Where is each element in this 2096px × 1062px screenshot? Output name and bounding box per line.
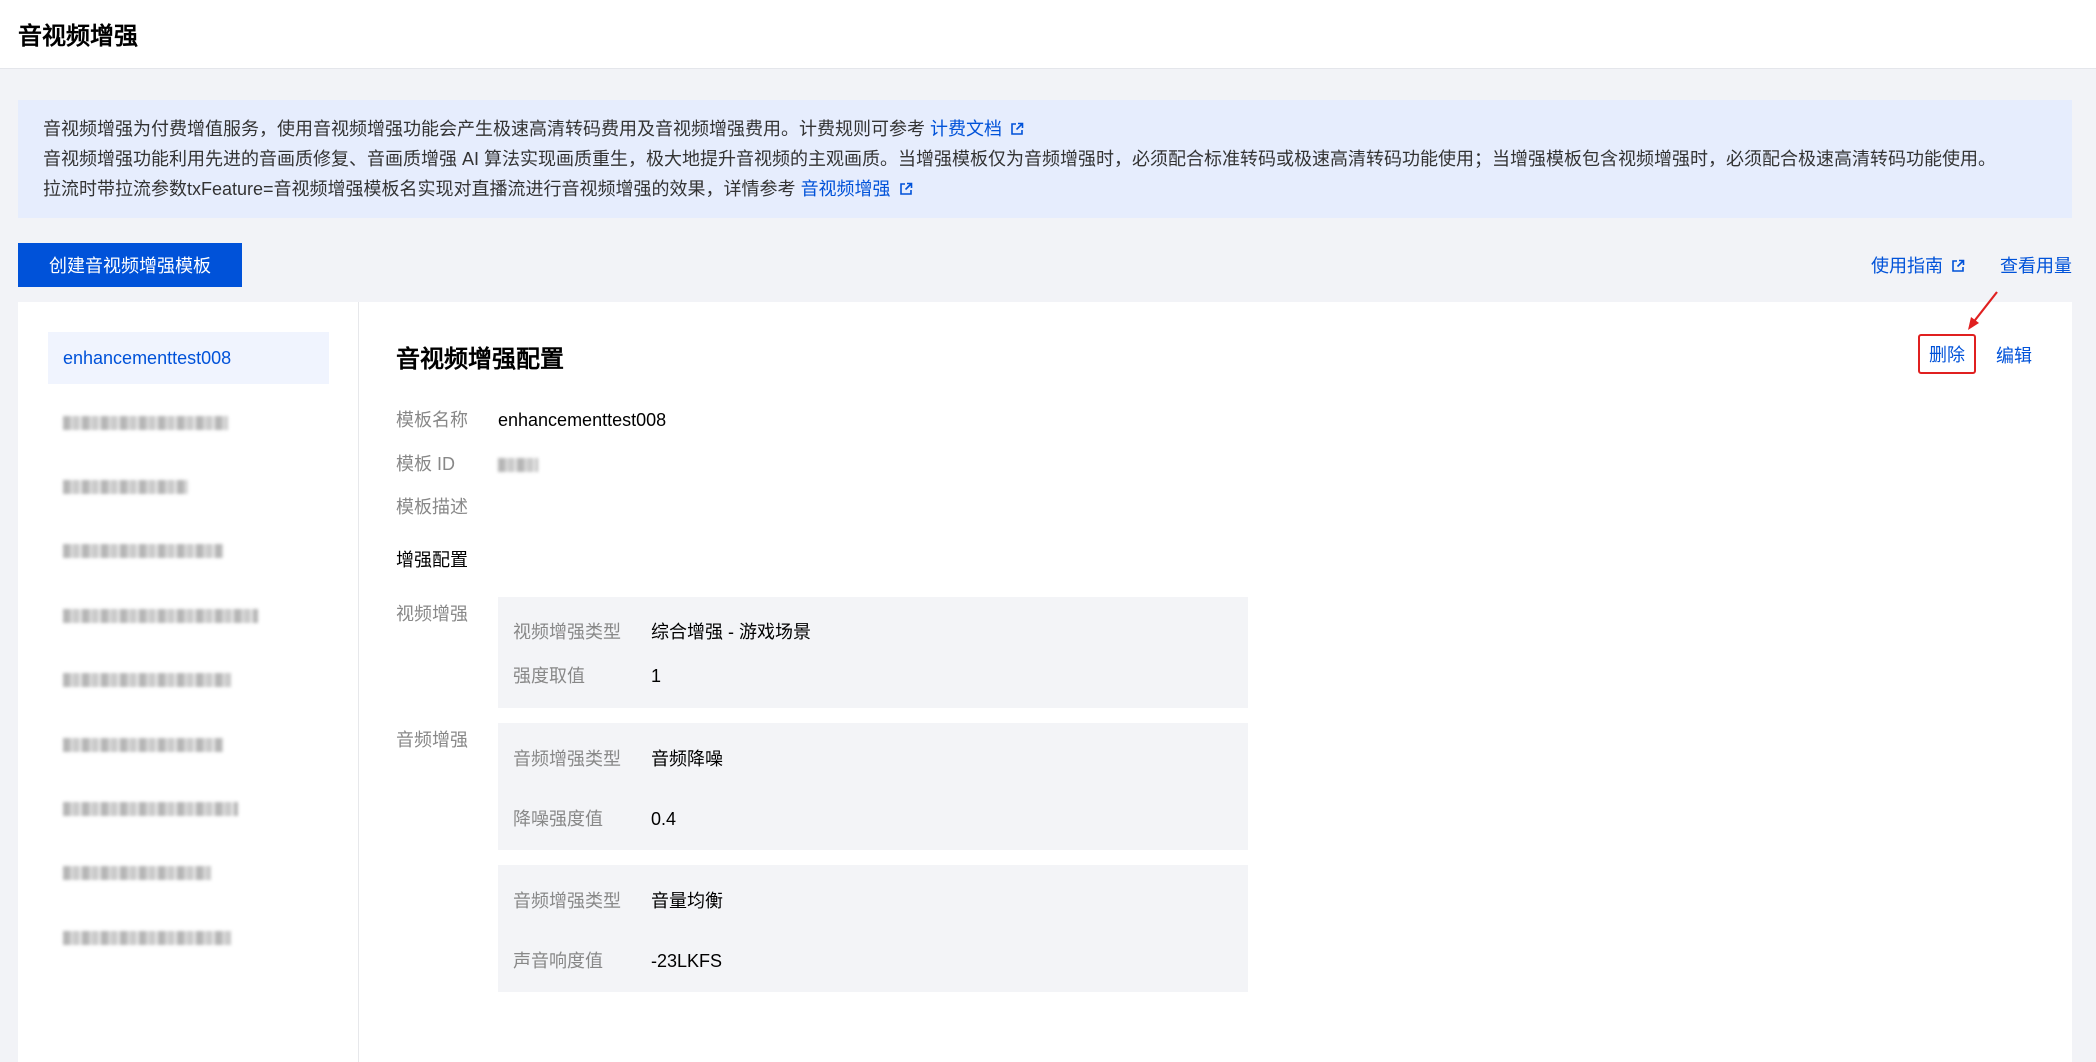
external-link-icon xyxy=(899,182,912,195)
enhancement-doc-link[interactable]: 音视频增强 xyxy=(801,179,913,199)
content-panel: enhancementtest008 音视频增强配置 删除 编辑 模板名称 en… xyxy=(18,291,2072,1062)
video-strength-key: 强度取值 xyxy=(513,666,585,686)
audio-enhancement-card: 音频增强类型 音量均衡 声音响度值 -23LKFS xyxy=(498,865,1248,992)
template-list-item-redacted[interactable] xyxy=(48,718,329,770)
view-usage-link[interactable]: 查看用量 xyxy=(2000,252,2072,278)
audio-enhancement-card: 音频增强类型 音频降噪 降噪强度值 0.4 xyxy=(498,723,1248,850)
redacted-text xyxy=(63,416,228,431)
template-list-item-redacted[interactable] xyxy=(48,911,329,963)
redacted-text xyxy=(63,480,188,495)
template-name-key: 模板名称 xyxy=(396,410,468,430)
create-template-button[interactable]: 创建音视频增强模板 xyxy=(18,243,242,287)
template-list-item-redacted[interactable] xyxy=(48,396,329,448)
audio-enhancement-label: 音频增强 xyxy=(396,730,468,750)
loudness-key: 声音响度值 xyxy=(513,951,603,971)
notice-line-1-text: 音视频增强为付费增值服务，使用音视频增强功能会产生极速高清转码费用及音视频增强费… xyxy=(43,119,925,139)
redacted-text xyxy=(63,544,223,559)
audio-strength-value: 0.4 xyxy=(651,809,677,829)
page-title: 音视频增强 xyxy=(18,23,138,50)
audio-type-value: 音量均衡 xyxy=(651,891,723,911)
redacted-text xyxy=(63,609,258,624)
top-header: 音视频增强 xyxy=(0,0,2096,69)
video-strength-value: 1 xyxy=(651,666,662,686)
redacted-text xyxy=(63,802,238,817)
template-list-item-label: enhancementtest008 xyxy=(63,348,232,368)
notice-line-3: 拉流时带拉流参数txFeature=音视频增强模板名实现对直播流进行音视频增强的… xyxy=(43,174,913,204)
usage-guide-label: 使用指南 xyxy=(1871,256,1943,276)
annotation-arrow-icon xyxy=(1968,291,1998,330)
template-desc-key: 模板描述 xyxy=(396,497,468,517)
template-id-key: 模板 ID xyxy=(396,454,456,474)
external-link-icon xyxy=(1952,259,1965,272)
redacted-text xyxy=(63,673,231,688)
template-list-item-active[interactable]: enhancementtest008 xyxy=(48,332,329,384)
config-heading: 音视频增强配置 xyxy=(396,346,564,373)
loudness-value: -23LKFS xyxy=(651,951,723,971)
audio-strength-key: 降噪强度值 xyxy=(513,809,603,829)
template-id-value xyxy=(498,451,538,477)
notice-line-3-text: 拉流时带拉流参数txFeature=音视频增强模板名实现对直播流进行音视频增强的… xyxy=(43,179,796,199)
template-list-item-redacted[interactable] xyxy=(48,524,329,576)
edit-button[interactable]: 编辑 xyxy=(1996,342,2032,368)
enhancement-doc-link-label: 音视频增强 xyxy=(800,179,891,199)
audio-type-key: 音频增强类型 xyxy=(513,749,621,769)
config-detail: 音视频增强配置 删除 编辑 模板名称 enhancementtest008 模板… xyxy=(396,291,2072,1062)
template-list-item-redacted[interactable] xyxy=(48,782,329,834)
audio-type-value: 音频降噪 xyxy=(651,749,723,769)
notice-line-1: 音视频增强为付费增值服务，使用音视频增强功能会产生极速高清转码费用及音视频增强费… xyxy=(43,114,1024,144)
template-name-value: enhancementtest008 xyxy=(498,410,667,430)
audio-type-key: 音频增强类型 xyxy=(513,891,621,911)
video-type-value: 综合增强 - 游戏场景 xyxy=(651,622,811,642)
info-notice: 音视频增强为付费增值服务，使用音视频增强功能会产生极速高清转码费用及音视频增强费… xyxy=(18,100,2072,218)
enhancement-config-title: 增强配置 xyxy=(396,550,468,570)
billing-doc-link[interactable]: 计费文档 xyxy=(930,119,1024,139)
redacted-text xyxy=(63,866,211,881)
template-list: enhancementtest008 xyxy=(18,302,359,1062)
template-list-item-redacted[interactable] xyxy=(48,653,329,705)
video-enhancement-label: 视频增强 xyxy=(396,604,468,624)
notice-line-2: 音视频增强功能利用先进的音画质修复、音画质增强 AI 算法实现画质重生，极大地提… xyxy=(43,149,1996,169)
template-list-item-redacted[interactable] xyxy=(48,460,329,512)
template-list-item-redacted[interactable] xyxy=(48,589,329,641)
usage-guide-link[interactable]: 使用指南 xyxy=(1871,252,1965,278)
video-type-key: 视频增强类型 xyxy=(513,622,621,642)
redacted-text xyxy=(498,458,538,473)
external-link-icon xyxy=(1011,122,1024,135)
redacted-text xyxy=(63,931,231,946)
redacted-text xyxy=(63,738,223,753)
template-list-item-redacted[interactable] xyxy=(48,846,329,898)
delete-button[interactable]: 删除 xyxy=(1918,334,1976,374)
video-enhancement-card: 视频增强类型 综合增强 - 游戏场景 强度取值 1 xyxy=(498,597,1248,708)
billing-doc-link-label: 计费文档 xyxy=(930,119,1003,139)
